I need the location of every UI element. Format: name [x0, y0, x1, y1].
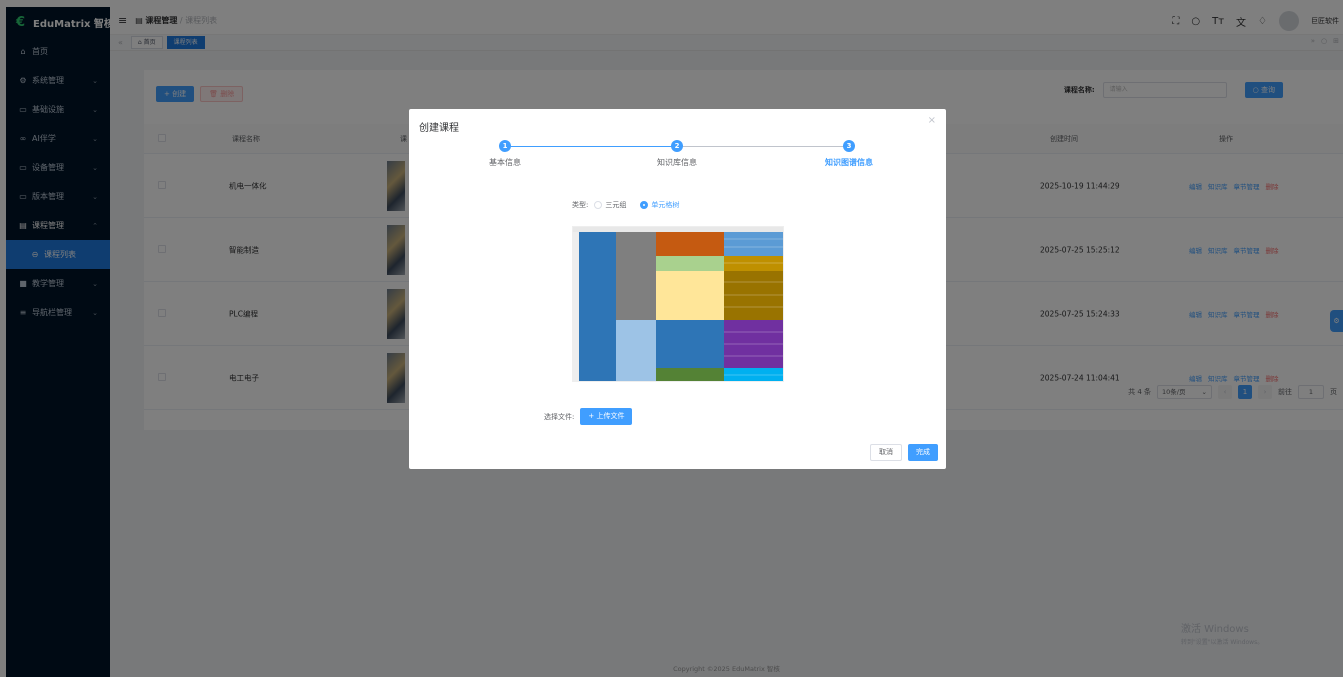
step-3-label: 知识图谱信息: [825, 158, 873, 167]
step-1-dot: 1: [499, 140, 511, 152]
radio-circle: [594, 201, 603, 209]
step-connector-2: [677, 146, 849, 147]
step-connector-1: [505, 146, 677, 147]
radio-cell-tree-label: 单元格树: [651, 201, 680, 209]
step-2-dot: 2: [671, 140, 683, 152]
step-3-dot: 3: [843, 140, 855, 152]
type-label: 类型:: [572, 201, 589, 209]
cancel-button[interactable]: 取消: [870, 444, 902, 461]
dialog-title: 创建课程: [419, 123, 459, 134]
dialog-footer: 取消 完成: [870, 444, 938, 461]
radio-triple-label: 三元组: [605, 201, 627, 209]
close-icon[interactable]: ×: [928, 115, 936, 126]
upload-file-button[interactable]: + 上传文件: [580, 408, 633, 425]
type-row: 类型: 三元组 单元格树: [572, 200, 679, 210]
radio-circle-selected: [640, 201, 649, 209]
step-2-label: 知识库信息: [657, 158, 697, 167]
spreadsheet-preview-graphic: [573, 227, 783, 381]
create-course-dialog: 创建课程 × 1 2 3 基本信息 知识库信息 知识图谱信息 类型: 三元组 单…: [409, 109, 946, 469]
spreadsheet-preview-image: [572, 226, 784, 382]
done-button[interactable]: 完成: [908, 444, 938, 461]
file-select-row: 选择文件: + 上传文件: [544, 408, 633, 425]
file-label: 选择文件:: [544, 412, 575, 421]
step-1-label: 基本信息: [489, 158, 521, 167]
radio-cell-tree[interactable]: 单元格树: [640, 200, 679, 210]
radio-triple[interactable]: 三元组: [594, 200, 626, 210]
